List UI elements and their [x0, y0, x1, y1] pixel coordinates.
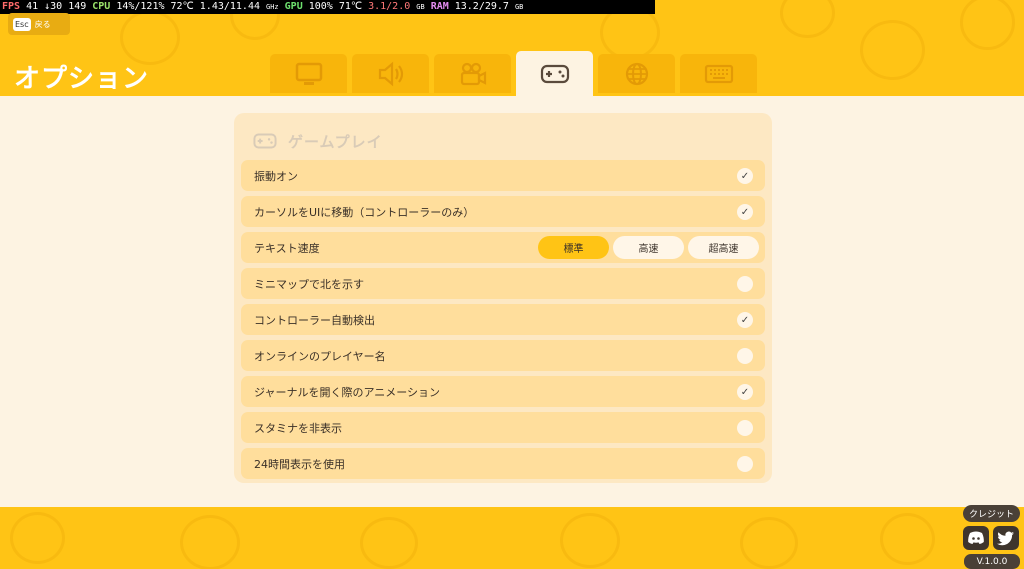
option-label: ミニマップで北を示す — [254, 277, 364, 291]
gpu-mem: 3.1/2.0 — [368, 1, 411, 12]
option-row-minimap-north[interactable]: ミニマップで北を示す — [241, 268, 765, 299]
fps-value: 41 — [26, 1, 39, 12]
speed-option-very-fast[interactable]: 超高速 — [688, 236, 759, 259]
option-row-online-names[interactable]: オンラインのプレイヤー名 — [241, 340, 765, 371]
checkbox-checked[interactable]: ✓ — [737, 312, 753, 328]
cpu-label: CPU — [92, 1, 111, 12]
option-label: コントローラー自動検出 — [254, 313, 375, 327]
cpu-clock: 1.43/11.44 — [199, 1, 260, 12]
panel-header: ゲームプレイ — [252, 130, 383, 152]
checkbox-unchecked[interactable] — [737, 276, 753, 292]
gpu-label: GPU — [284, 1, 303, 12]
gpu-mem-unit: GB — [416, 3, 425, 11]
option-row-cursor-ui[interactable]: カーソルをUIに移動（コントローラーのみ） ✓ — [241, 196, 765, 227]
footer-band — [0, 507, 1024, 569]
performance-overlay: FPS 41 ↓30 149 CPU 14%/121% 72℃ 1.43/11.… — [0, 0, 655, 14]
ram-value: 13.2/29.7 — [454, 1, 509, 12]
option-label: 振動オン — [254, 169, 298, 183]
option-label: ジャーナルを開く際のアニメーション — [254, 385, 441, 399]
esc-key-badge: Esc — [13, 17, 31, 31]
cpu-value: 14%/121% — [116, 1, 165, 12]
twitter-button[interactable] — [993, 526, 1019, 550]
gamepad-icon — [540, 64, 569, 83]
discord-icon — [968, 531, 984, 544]
checkbox-checked[interactable]: ✓ — [737, 384, 753, 400]
keyboard-icon — [704, 64, 733, 83]
option-label: カーソルをUIに移動（コントローラーのみ） — [254, 205, 475, 219]
tab-gameplay[interactable] — [516, 51, 593, 96]
options-tabs — [270, 51, 757, 96]
option-label: スタミナを非表示 — [254, 421, 342, 435]
speed-option-normal[interactable]: 標準 — [538, 236, 609, 259]
panel-title: ゲームプレイ — [288, 132, 383, 151]
option-label: 24時間表示を使用 — [254, 457, 345, 471]
tab-keyboard[interactable] — [680, 54, 757, 93]
credits-button[interactable]: クレジット — [963, 505, 1020, 522]
fps-label: FPS — [2, 1, 21, 12]
speaker-icon — [378, 61, 403, 86]
tab-audio[interactable] — [352, 54, 429, 93]
option-row-hide-stamina[interactable]: スタミナを非表示 — [241, 412, 765, 443]
discord-button[interactable] — [963, 526, 989, 550]
tab-video[interactable] — [434, 54, 511, 93]
monitor-icon — [295, 62, 322, 85]
gamepad-icon — [253, 133, 277, 149]
back-button[interactable]: Esc 戻る — [8, 13, 70, 35]
video-camera-icon — [460, 62, 486, 85]
ram-unit: GB — [514, 3, 524, 11]
twitter-icon — [997, 531, 1014, 545]
globe-icon — [625, 62, 648, 85]
checkbox-checked[interactable]: ✓ — [737, 168, 753, 184]
speed-option-fast[interactable]: 高速 — [613, 236, 684, 259]
ram-label: RAM — [430, 1, 449, 12]
tab-language[interactable] — [598, 54, 675, 93]
gpu-value: 100% 71℃ — [308, 1, 363, 12]
back-label: 戻る — [34, 19, 51, 29]
text-speed-selector: 標準 高速 超高速 — [538, 236, 759, 259]
option-row-controller-detect[interactable]: コントローラー自動検出 ✓ — [241, 304, 765, 335]
tab-display[interactable] — [270, 54, 347, 93]
cpu-clock-unit: GHz — [266, 3, 279, 11]
option-row-journal-animation[interactable]: ジャーナルを開く際のアニメーション ✓ — [241, 376, 765, 407]
checkbox-unchecked[interactable] — [737, 348, 753, 364]
option-row-24-hour[interactable]: 24時間表示を使用 — [241, 448, 765, 479]
version-label: V.1.0.0 — [964, 554, 1020, 569]
checkbox-checked[interactable]: ✓ — [737, 204, 753, 220]
fps-lows: ↓30 149 — [44, 1, 87, 12]
option-row-text-speed: テキスト速度 標準 高速 超高速 — [241, 232, 765, 263]
checkbox-unchecked[interactable] — [737, 420, 753, 436]
checkbox-unchecked[interactable] — [737, 456, 753, 472]
option-row-vibration[interactable]: 振動オン ✓ — [241, 160, 765, 191]
option-label: オンラインのプレイヤー名 — [254, 349, 386, 363]
page-title: オプション — [14, 64, 150, 94]
cpu-temp: 72℃ — [170, 1, 194, 12]
option-label: テキスト速度 — [254, 241, 320, 255]
